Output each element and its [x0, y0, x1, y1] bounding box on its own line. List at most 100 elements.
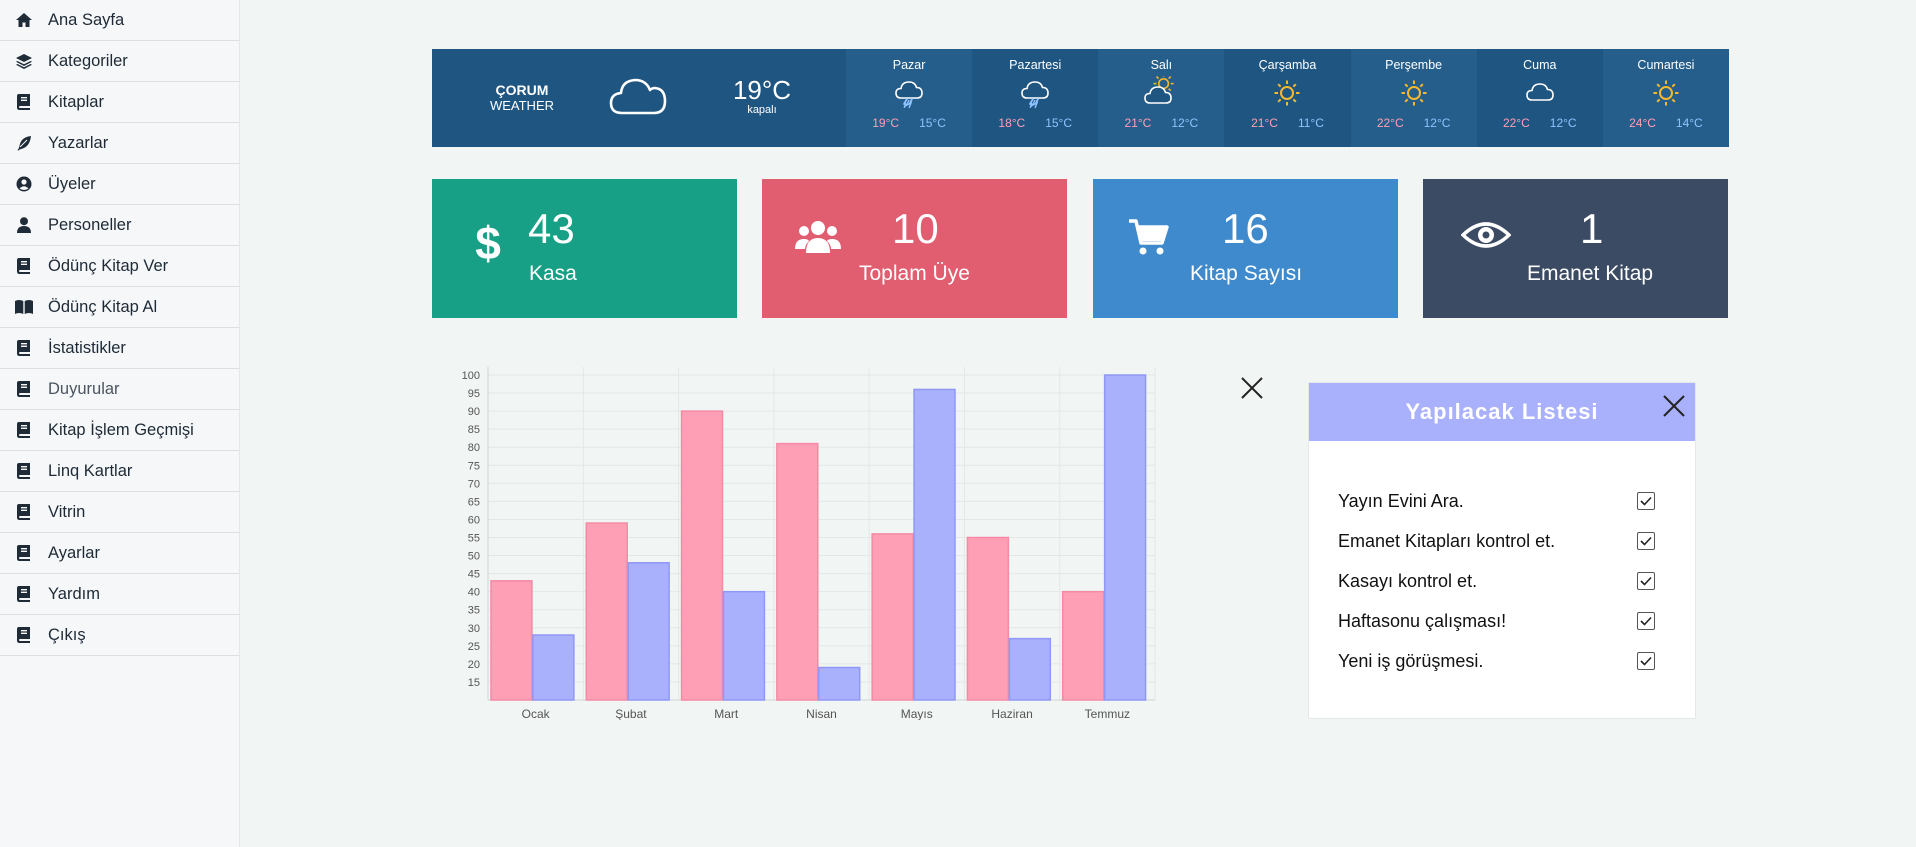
y-tick-label: 95	[468, 388, 480, 400]
y-tick-label: 85	[468, 424, 480, 436]
forecast-temps: 18°C 15°C	[998, 116, 1072, 130]
sidebar-item[interactable]: Yazarlar	[0, 123, 239, 164]
x-tick-label: Temmuz	[1085, 707, 1130, 720]
sidebar-item[interactable]: Personeller	[0, 205, 239, 246]
weather-widget: ÇORUM WEATHER 19°C kapalı Pazar 19°C 15°C P…	[432, 49, 1729, 147]
forecast-high: 21°C	[1251, 116, 1278, 130]
chart-bar	[913, 388, 956, 701]
stat-value: 43	[528, 205, 575, 252]
todo-checkbox[interactable]	[1637, 492, 1655, 510]
weather-city: ÇORUM	[495, 82, 549, 98]
forecast-day: Çarşamba 21°C 11°C	[1224, 49, 1350, 147]
user-icon	[14, 216, 34, 234]
sidebar-item-label: Yardım	[48, 584, 100, 603]
weather-now: 19°C kapalı	[722, 75, 802, 116]
todo-close-icon[interactable]	[1661, 393, 1687, 424]
todo-list: Yayın Evini Ara. Emanet Kitapları kontrol…	[1309, 441, 1695, 681]
todo-checkbox[interactable]	[1637, 572, 1655, 590]
sidebar-item-label: Ana Sayfa	[48, 10, 125, 29]
stat-card-kasa[interactable]: $ 43 Kasa	[432, 179, 737, 318]
sidebar-item[interactable]: Duyurular	[0, 369, 239, 410]
sidebar-item-label: Üyeler	[48, 174, 96, 193]
todo-checkbox[interactable]	[1637, 612, 1655, 630]
todo-item: Emanet Kitapları kontrol et.	[1309, 521, 1695, 561]
sidebar-item[interactable]: Ana Sayfa	[0, 0, 239, 41]
forecast-temps: 24°C 14°C	[1629, 116, 1703, 130]
sidebar-item-label: Çıkış	[48, 625, 86, 644]
sidebar-item[interactable]: Kitaplar	[0, 82, 239, 123]
todo-item-text: Emanet Kitapları kontrol et.	[1338, 530, 1556, 551]
sidebar-item[interactable]: İstatistikler	[0, 328, 239, 369]
stat-label: Emanet Kitap	[1527, 262, 1654, 285]
forecast-high: 24°C	[1629, 116, 1656, 130]
todo-item-text: Kasayı kontrol et.	[1338, 570, 1478, 591]
forecast-day-name: Salı	[1150, 58, 1173, 72]
cloud-icon	[1523, 76, 1557, 110]
sidebar-item[interactable]: Linq Kartlar	[0, 451, 239, 492]
svg-text:$: $	[475, 217, 501, 267]
stat-label: Kasa	[529, 262, 577, 285]
rain-icon	[1018, 76, 1052, 110]
check-icon	[1640, 616, 1652, 626]
sidebar-item[interactable]: Ödünç Kitap Al	[0, 287, 239, 328]
bar-chart: 15 20 25 30 35 40 45 50 55 60 65 70 75 80 85 90 95 100 Oca…	[432, 360, 1192, 721]
stat-value: 10	[892, 205, 939, 252]
stat-label: Kitap Sayısı	[1190, 262, 1303, 285]
forecast-high: 22°C	[1502, 116, 1530, 130]
y-tick-label: 100	[462, 370, 480, 382]
forecast-low: 14°C	[1675, 116, 1703, 130]
sidebar-item[interactable]: Çıkış	[0, 615, 239, 656]
stat-value: 16	[1222, 205, 1269, 252]
chart-bar	[722, 590, 766, 701]
x-tick-label: Mart	[714, 707, 739, 720]
stat-card-toplam-uye[interactable]: 10 Toplam Üye	[762, 179, 1067, 318]
forecast-day-name: Cuma	[1523, 58, 1557, 72]
stat-card-emanet-kitap[interactable]: 1 Emanet Kitap	[1423, 179, 1728, 318]
book-icon	[14, 380, 34, 398]
y-tick-label: 30	[468, 623, 480, 635]
forecast-high: 18°C	[998, 116, 1026, 130]
x-tick-label: Ocak	[522, 707, 551, 720]
sidebar-item[interactable]: Vitrin	[0, 492, 239, 533]
y-tick-label: 60	[468, 514, 480, 526]
forecast-day: Pazar 19°C 15°C	[846, 49, 973, 147]
y-tick-label: 45	[468, 569, 480, 581]
todo-checkbox[interactable]	[1637, 532, 1655, 550]
book-icon	[14, 93, 34, 111]
sidebar-item[interactable]: Kitap İşlem Geçmişi	[0, 410, 239, 451]
forecast-day-name: Pazartesi	[1009, 58, 1062, 72]
forecast-day: Salı 21°C 12°C	[1098, 49, 1225, 147]
forecast-day-name: Cumartesi	[1637, 58, 1695, 72]
todo-checkbox[interactable]	[1637, 652, 1655, 670]
forecast-low: 12°C	[1549, 116, 1577, 130]
y-tick-label: 35	[468, 605, 480, 617]
sidebar-item[interactable]: Üyeler	[0, 164, 239, 205]
forecast-temps: 21°C 12°C	[1125, 116, 1199, 130]
cloud-icon	[608, 73, 668, 124]
stat-value: 1	[1580, 205, 1604, 252]
weather-label: WEATHER	[489, 98, 555, 113]
x-tick-label: Şubat	[615, 707, 647, 720]
chart-bar	[871, 533, 914, 701]
sidebar-item[interactable]: Kategoriler	[0, 41, 239, 82]
check-icon	[1640, 496, 1652, 506]
forecast-high: 22°C	[1376, 116, 1404, 130]
sidebar-item-label: Vitrin	[48, 502, 86, 521]
chart-bar	[1103, 374, 1147, 701]
chart-bar	[1061, 590, 1105, 701]
todo-item-text: Yeni iş görüşmesi.	[1338, 650, 1484, 671]
home-icon	[14, 11, 34, 29]
weather-forecast: Pazar 19°C 15°C Pazartesi 18°C 15°C Salı 21°C 12…	[846, 49, 1729, 147]
sidebar-item-label: Kitap İşlem Geçmişi	[48, 420, 194, 439]
sidebar-item[interactable]: Ayarlar	[0, 533, 239, 574]
chart-bar	[490, 580, 533, 701]
forecast-temps: 19°C 15°C	[872, 116, 946, 130]
sidebar-item[interactable]: Ödünç Kitap Ver	[0, 246, 239, 287]
chart-close-icon[interactable]	[1239, 375, 1265, 406]
forecast-temps: 21°C 11°C	[1251, 116, 1324, 130]
rain-icon	[892, 76, 926, 110]
forecast-day-name: Pazar	[892, 58, 926, 72]
stat-card-kitap-sayisi[interactable]: 16 Kitap Sayısı	[1093, 179, 1398, 318]
sidebar-item[interactable]: Yardım	[0, 574, 239, 615]
y-tick-label: 70	[468, 478, 480, 490]
